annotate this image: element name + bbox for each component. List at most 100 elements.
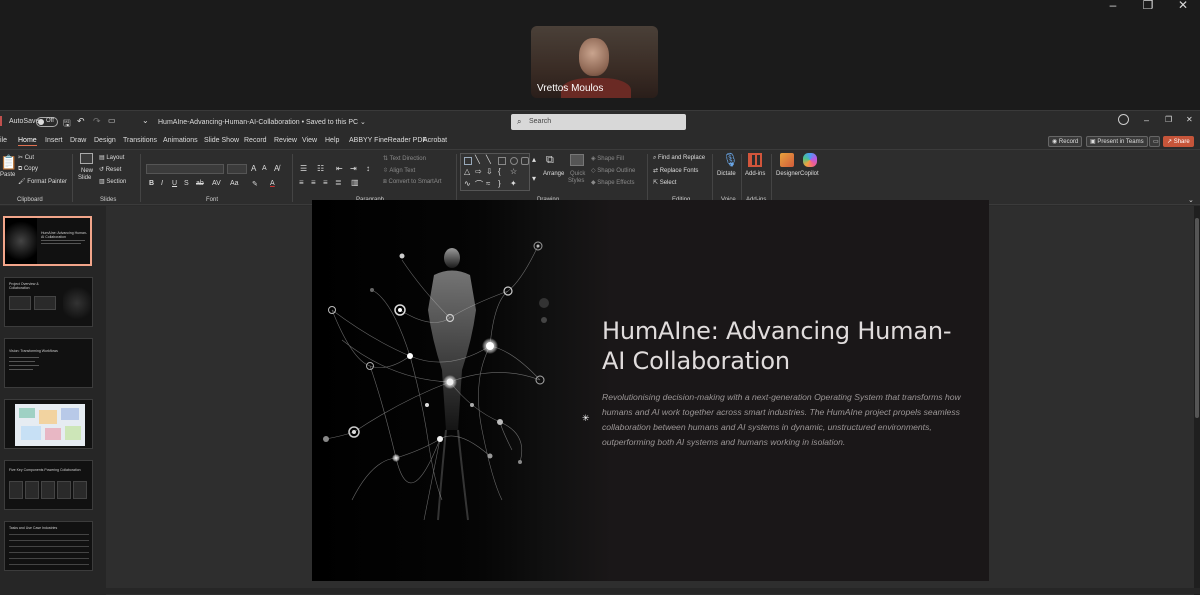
- numbering-icon[interactable]: ☷: [317, 164, 324, 173]
- slide-title[interactable]: HumAIne: Advancing Human-AI Collaboratio…: [602, 316, 962, 376]
- increase-indent-icon[interactable]: ⇥: [350, 164, 357, 173]
- shrink-font-icon[interactable]: A: [262, 165, 267, 172]
- new-slide-label-2[interactable]: Slide: [78, 175, 91, 181]
- highlight-icon[interactable]: ✎: [252, 180, 258, 188]
- arc-shape-icon[interactable]: ⌒: [475, 179, 483, 190]
- align-text-button[interactable]: ⇳ Align Text: [383, 167, 415, 174]
- addins-icon[interactable]: [748, 153, 762, 167]
- addins-button[interactable]: Add-ins: [745, 171, 765, 177]
- customize-qat-icon[interactable]: ⌄: [142, 116, 149, 125]
- star-shape-icon[interactable]: ☆: [510, 167, 517, 176]
- brace-shape-icon[interactable]: {: [498, 167, 501, 176]
- scrollbar-thumb[interactable]: [1195, 218, 1199, 418]
- oval-shape-icon[interactable]: [510, 157, 518, 165]
- shapes-gallery[interactable]: ╲ ╲ △ ⇨ ⇩ { ☆ ∿ ⌒ ≈ } ✦: [460, 153, 530, 191]
- text-direction-button[interactable]: ⇅ Text Direction: [383, 155, 426, 162]
- arrange-icon[interactable]: ⧉: [546, 154, 554, 167]
- tab-view[interactable]: View: [302, 137, 317, 144]
- format-painter-button[interactable]: 🖌 Format Painter: [18, 178, 67, 185]
- record-button[interactable]: ◉ Record: [1048, 136, 1083, 147]
- decrease-indent-icon[interactable]: ⇤: [336, 164, 343, 173]
- textbox-shape-icon[interactable]: [464, 157, 472, 165]
- wave-shape-icon[interactable]: ≈: [486, 179, 490, 188]
- comments-icon[interactable]: ▭: [1149, 136, 1160, 147]
- tab-abbyy[interactable]: ABBYY FineReader PDF: [349, 137, 427, 144]
- copilot-button[interactable]: Copilot: [800, 171, 819, 177]
- triangle-shape-icon[interactable]: △: [464, 167, 470, 176]
- designer-icon[interactable]: [780, 153, 794, 167]
- quick-styles-label-2[interactable]: Styles: [568, 178, 584, 184]
- arrange-button[interactable]: Arrange: [543, 171, 564, 177]
- bold-icon[interactable]: B: [149, 180, 154, 187]
- italic-icon[interactable]: I: [161, 180, 163, 187]
- tab-insert[interactable]: Insert: [45, 137, 63, 144]
- quick-styles-label[interactable]: Quick: [570, 171, 585, 177]
- reset-button[interactable]: ↺ Reset: [99, 166, 121, 173]
- participant-video[interactable]: Vrettos Moulos: [531, 26, 658, 98]
- slide-thumbnail-5[interactable]: Five Key Components Powering Collaborati…: [4, 460, 93, 510]
- slide-thumbnail-2[interactable]: Project Overview & Collaboration: [4, 277, 93, 327]
- tab-animations[interactable]: Animations: [163, 137, 198, 144]
- tab-record[interactable]: Record: [244, 137, 267, 144]
- tab-transitions[interactable]: Transitions: [123, 137, 157, 144]
- new-slide-label[interactable]: New: [81, 168, 93, 174]
- bullets-icon[interactable]: ☰: [300, 164, 307, 173]
- dictate-button[interactable]: Dictate: [717, 171, 736, 177]
- save-icon[interactable]: 🖫: [63, 116, 71, 132]
- vertical-scrollbar[interactable]: [1194, 206, 1200, 595]
- columns-icon[interactable]: ▥: [351, 178, 359, 187]
- redo-icon[interactable]: ↷: [93, 116, 101, 127]
- rounded-rect-shape-icon[interactable]: [521, 157, 529, 165]
- shapes-scroll-icon[interactable]: ▴: [532, 155, 536, 164]
- section-button[interactable]: ▥ Section: [99, 178, 126, 185]
- undo-icon[interactable]: ↶: [77, 116, 85, 127]
- select-button[interactable]: ⇱ Select: [653, 179, 676, 186]
- shadow-icon[interactable]: S: [184, 180, 189, 187]
- restore-icon[interactable]: ❐: [1131, 0, 1165, 12]
- ppt-close-icon[interactable]: ✕: [1186, 115, 1193, 124]
- tab-design[interactable]: Design: [94, 137, 116, 144]
- slide-body-text[interactable]: Revolutionising decision-making with a n…: [602, 390, 962, 450]
- align-left-icon[interactable]: ≡: [299, 178, 304, 187]
- star-shape-icon[interactable]: ✦: [510, 179, 517, 188]
- font-color-icon[interactable]: A: [270, 180, 275, 187]
- line-shape-icon[interactable]: ╲: [475, 155, 480, 164]
- font-size-dropdown[interactable]: [227, 164, 247, 174]
- bracket-shape-icon[interactable]: }: [498, 179, 501, 188]
- shape-outline-button[interactable]: ◇ Shape Outline: [591, 167, 635, 174]
- tab-help[interactable]: Help: [325, 137, 339, 144]
- tab-acrobat[interactable]: Acrobat: [423, 137, 447, 144]
- underline-icon[interactable]: U: [172, 180, 177, 187]
- font-name-dropdown[interactable]: [146, 164, 224, 174]
- microphone-icon[interactable]: 🎙: [722, 152, 739, 168]
- line-spacing-icon[interactable]: ↕: [366, 164, 370, 173]
- line-shape-icon[interactable]: ╲: [486, 155, 491, 164]
- align-center-icon[interactable]: ≡: [311, 178, 316, 187]
- grow-font-icon[interactable]: A: [251, 164, 256, 173]
- ppt-minimize-icon[interactable]: –: [1144, 115, 1149, 125]
- strikethrough-icon[interactable]: ab: [196, 180, 204, 187]
- clear-formatting-icon[interactable]: A̸: [274, 164, 279, 173]
- slide-thumbnail-6[interactable]: Tasks and Use Case Industries: [4, 521, 93, 571]
- change-case-icon[interactable]: Aa: [230, 180, 239, 187]
- replace-fonts-button[interactable]: ⇄ Replace Fonts: [653, 167, 698, 174]
- paste-button[interactable]: Paste: [0, 172, 15, 178]
- copilot-icon[interactable]: [803, 153, 817, 167]
- present-in-teams-button[interactable]: ▣ Present in Teams: [1086, 136, 1148, 147]
- slide-thumbnail-4[interactable]: [4, 399, 93, 449]
- layout-button[interactable]: ▤ Layout: [99, 154, 124, 161]
- shape-effects-button[interactable]: ◆ Shape Effects: [591, 179, 635, 186]
- share-button[interactable]: ↗ Share: [1163, 136, 1194, 147]
- slide-thumbnail-3[interactable]: Vision: Transforming Workflows: [4, 338, 93, 388]
- rectangle-shape-icon[interactable]: [498, 157, 506, 165]
- convert-smartart-button[interactable]: ⧈ Convert to SmartArt: [383, 179, 442, 186]
- justify-icon[interactable]: ≣: [335, 178, 342, 187]
- ppt-restore-icon[interactable]: ❐: [1165, 115, 1172, 124]
- account-avatar-icon[interactable]: [1118, 114, 1129, 125]
- tab-home[interactable]: Home: [18, 137, 37, 146]
- slide-thumbnail-1[interactable]: HumAIne: Advancing Human-AI Collaboratio…: [3, 216, 92, 266]
- arrow-shape-icon[interactable]: ⇨: [475, 167, 482, 176]
- arrow-shape-icon[interactable]: ⇩: [486, 167, 493, 176]
- curve-shape-icon[interactable]: ∿: [464, 179, 471, 188]
- tab-slide-show[interactable]: Slide Show: [204, 137, 239, 144]
